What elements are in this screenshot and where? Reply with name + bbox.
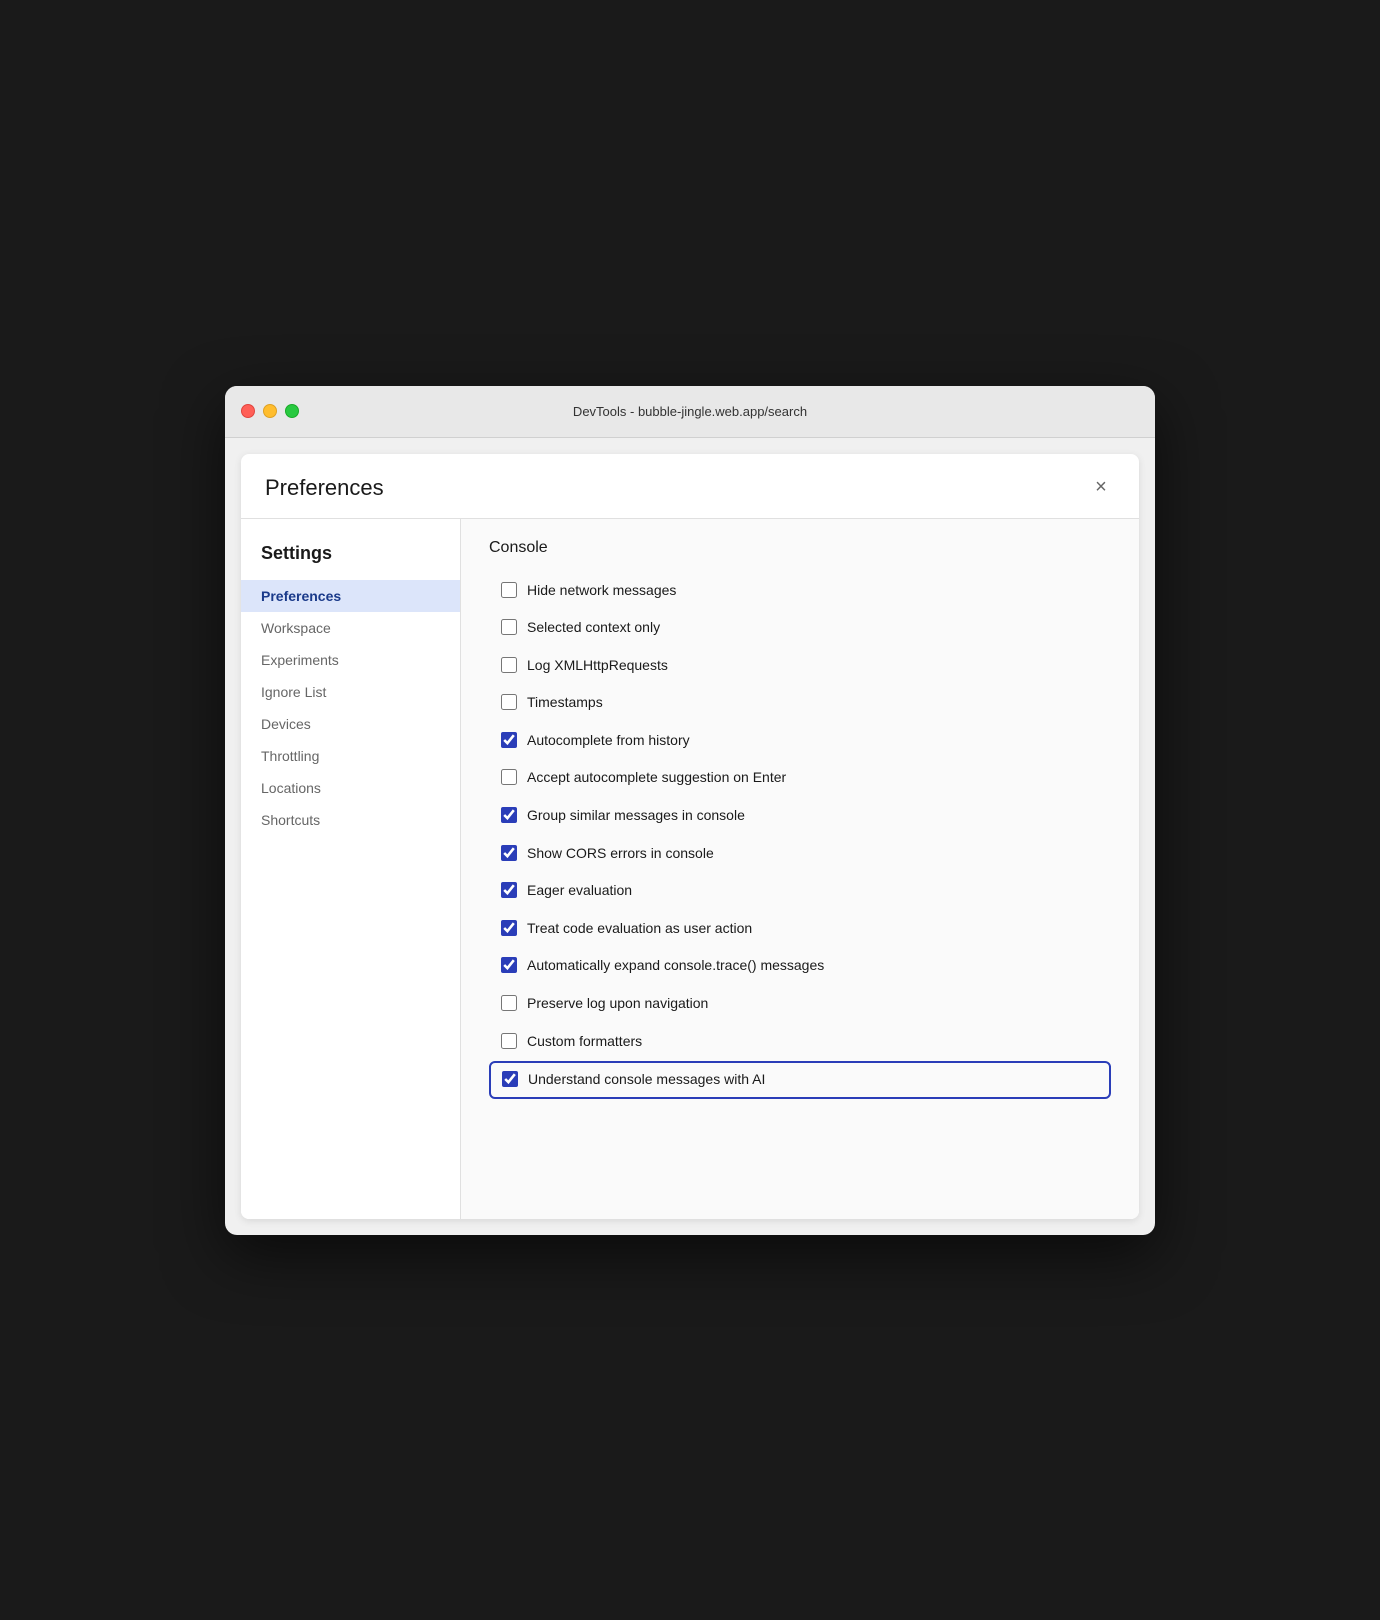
checkbox-timestamps[interactable]: Timestamps bbox=[489, 685, 1111, 721]
checkbox-eager-evaluation[interactable]: Eager evaluation bbox=[489, 873, 1111, 909]
checkbox-treat-code[interactable]: Treat code evaluation as user action bbox=[489, 911, 1111, 947]
close-traffic-light[interactable] bbox=[241, 404, 255, 418]
checkbox-show-cors-input[interactable] bbox=[501, 845, 517, 861]
checkbox-treat-code-label: Treat code evaluation as user action bbox=[527, 919, 752, 939]
checkbox-accept-autocomplete-label: Accept autocomplete suggestion on Enter bbox=[527, 768, 786, 788]
checkbox-accept-autocomplete[interactable]: Accept autocomplete suggestion on Enter bbox=[489, 760, 1111, 796]
checkbox-understand-console-ai[interactable]: Understand console messages with AI bbox=[489, 1061, 1111, 1099]
checkbox-selected-context-label: Selected context only bbox=[527, 618, 660, 638]
checkbox-show-cors[interactable]: Show CORS errors in console bbox=[489, 836, 1111, 872]
checkbox-log-xmlhttp-input[interactable] bbox=[501, 657, 517, 673]
settings-sidebar: Settings Preferences Workspace Experimen… bbox=[241, 519, 461, 1219]
sidebar-item-throttling[interactable]: Throttling bbox=[241, 740, 460, 772]
minimize-traffic-light[interactable] bbox=[263, 404, 277, 418]
checkbox-hide-network-input[interactable] bbox=[501, 582, 517, 598]
dialog-content: Settings Preferences Workspace Experimen… bbox=[241, 519, 1139, 1219]
close-button[interactable]: × bbox=[1087, 474, 1115, 502]
sidebar-item-preferences[interactable]: Preferences bbox=[241, 580, 460, 612]
section-title: Console bbox=[489, 539, 1111, 557]
dialog-title: Preferences bbox=[265, 475, 384, 501]
checkbox-autocomplete-history-label: Autocomplete from history bbox=[527, 731, 690, 751]
checkbox-preserve-log-label: Preserve log upon navigation bbox=[527, 994, 708, 1014]
checkbox-understand-console-ai-input[interactable] bbox=[502, 1071, 518, 1087]
checkbox-autocomplete-history[interactable]: Autocomplete from history bbox=[489, 723, 1111, 759]
checkbox-eager-evaluation-label: Eager evaluation bbox=[527, 881, 632, 901]
checkbox-hide-network[interactable]: Hide network messages bbox=[489, 573, 1111, 609]
dialog-header: Preferences × bbox=[241, 454, 1139, 519]
checkbox-preserve-log[interactable]: Preserve log upon navigation bbox=[489, 986, 1111, 1022]
checkbox-hide-network-label: Hide network messages bbox=[527, 581, 676, 601]
checkbox-custom-formatters[interactable]: Custom formatters bbox=[489, 1024, 1111, 1060]
main-panel: Console Hide network messages Selected c… bbox=[461, 519, 1139, 1219]
settings-dialog: Preferences × Settings Preferences Works… bbox=[241, 454, 1139, 1219]
traffic-lights bbox=[241, 404, 299, 418]
sidebar-item-workspace[interactable]: Workspace bbox=[241, 612, 460, 644]
checkbox-custom-formatters-label: Custom formatters bbox=[527, 1032, 642, 1052]
checkbox-log-xmlhttp[interactable]: Log XMLHttpRequests bbox=[489, 648, 1111, 684]
checkbox-accept-autocomplete-input[interactable] bbox=[501, 769, 517, 785]
checkbox-log-xmlhttp-label: Log XMLHttpRequests bbox=[527, 656, 668, 676]
checkbox-understand-console-ai-label: Understand console messages with AI bbox=[528, 1070, 765, 1090]
devtools-window: DevTools - bubble-jingle.web.app/search … bbox=[225, 386, 1155, 1235]
sidebar-item-devices[interactable]: Devices bbox=[241, 708, 460, 740]
checkbox-custom-formatters-input[interactable] bbox=[501, 1033, 517, 1049]
checkbox-expand-console-trace[interactable]: Automatically expand console.trace() mes… bbox=[489, 948, 1111, 984]
checkbox-expand-console-trace-input[interactable] bbox=[501, 957, 517, 973]
checkbox-preserve-log-input[interactable] bbox=[501, 995, 517, 1011]
checkbox-autocomplete-history-input[interactable] bbox=[501, 732, 517, 748]
checkbox-treat-code-input[interactable] bbox=[501, 920, 517, 936]
checkbox-group-similar[interactable]: Group similar messages in console bbox=[489, 798, 1111, 834]
checkbox-selected-context-input[interactable] bbox=[501, 619, 517, 635]
sidebar-item-locations[interactable]: Locations bbox=[241, 772, 460, 804]
sidebar-item-shortcuts[interactable]: Shortcuts bbox=[241, 804, 460, 836]
checkbox-timestamps-label: Timestamps bbox=[527, 693, 603, 713]
checkbox-group-similar-label: Group similar messages in console bbox=[527, 806, 745, 826]
sidebar-item-ignore-list[interactable]: Ignore List bbox=[241, 676, 460, 708]
maximize-traffic-light[interactable] bbox=[285, 404, 299, 418]
titlebar: DevTools - bubble-jingle.web.app/search bbox=[225, 386, 1155, 438]
checkbox-timestamps-input[interactable] bbox=[501, 694, 517, 710]
sidebar-heading: Settings bbox=[241, 535, 460, 580]
checkbox-show-cors-label: Show CORS errors in console bbox=[527, 844, 714, 864]
checkbox-group: Hide network messages Selected context o… bbox=[489, 573, 1111, 1099]
sidebar-item-experiments[interactable]: Experiments bbox=[241, 644, 460, 676]
checkbox-selected-context[interactable]: Selected context only bbox=[489, 610, 1111, 646]
checkbox-group-similar-input[interactable] bbox=[501, 807, 517, 823]
titlebar-title: DevTools - bubble-jingle.web.app/search bbox=[573, 404, 807, 419]
checkbox-expand-console-trace-label: Automatically expand console.trace() mes… bbox=[527, 956, 824, 976]
checkbox-eager-evaluation-input[interactable] bbox=[501, 882, 517, 898]
